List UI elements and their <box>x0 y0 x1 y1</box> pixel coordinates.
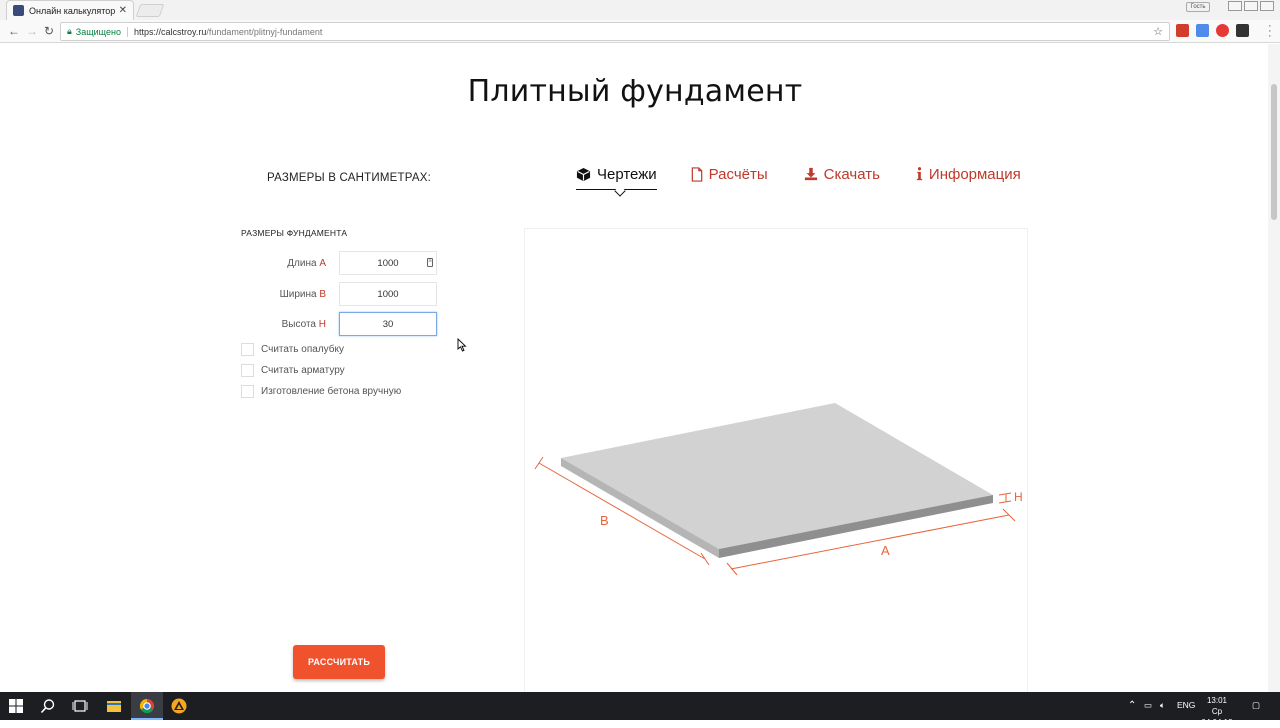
slab-drawing: B A H <box>524 228 1028 698</box>
dimension-label-h: H <box>1014 490 1023 504</box>
language-indicator[interactable]: ENG <box>1177 700 1195 710</box>
url-input[interactable]: 🔒︎ Защищено https://calcstroy.ru/fundame… <box>60 22 1170 41</box>
browser-menu-icon[interactable]: · · · <box>1268 21 1272 42</box>
rebar-checkbox-label: Считать арматуру <box>261 365 345 376</box>
windows-taskbar: ⌃ ▭ 🔈︎ ENG 13:01 Ср 04.04.18 ▢ <box>0 692 1280 727</box>
autofill-key-icon[interactable]: ≡ <box>427 258 433 267</box>
tab-drawings-label: Чертежи <box>597 166 657 183</box>
task-view-icon[interactable] <box>72 698 88 714</box>
app-triangle-icon[interactable] <box>171 698 187 714</box>
formwork-checkbox-label: Считать опалубку <box>261 344 344 355</box>
height-input[interactable] <box>339 312 437 336</box>
file-explorer-icon[interactable] <box>106 698 122 714</box>
slab-drawing-svg: B A H <box>534 403 1023 576</box>
width-label: Ширина B <box>240 289 326 300</box>
height-row: Высота H <box>240 312 437 336</box>
profile-button[interactable]: Гость <box>1186 2 1210 12</box>
tab-information[interactable]: Информация <box>916 164 1021 184</box>
tab-download[interactable]: Скачать <box>804 164 880 184</box>
adblock-icon[interactable] <box>1216 24 1229 37</box>
tab-calculations[interactable]: Расчёты <box>691 164 768 184</box>
back-icon[interactable]: ← <box>8 24 20 38</box>
width-letter: B <box>319 288 326 300</box>
clock-time: 13:01 <box>1206 696 1228 705</box>
document-icon <box>691 166 702 182</box>
length-row: Длина A ≡ <box>240 251 437 275</box>
tab-close-icon[interactable]: ✕ <box>119 5 127 16</box>
formwork-checkbox-row[interactable]: Считать опалубку <box>241 343 344 356</box>
tab-title: Онлайн калькулятор фу <box>29 5 115 16</box>
maximize-button[interactable] <box>1244 1 1258 11</box>
minimize-button[interactable] <box>1228 1 1242 11</box>
clock[interactable]: 13:01 Ср 04.04.18 <box>1197 695 1237 728</box>
extension-badge-icon[interactable] <box>1236 24 1249 37</box>
lock-icon: 🔒︎ <box>67 26 72 36</box>
new-tab-button[interactable] <box>135 4 165 17</box>
browser-tab[interactable]: Онлайн калькулятор фу ✕ <box>6 0 134 20</box>
height-label: Высота H <box>240 319 326 330</box>
notifications-icon[interactable]: ▢ <box>1252 700 1260 711</box>
window-controls <box>1228 1 1274 11</box>
bookmark-star-icon[interactable]: ☆ <box>1153 25 1163 38</box>
secure-label: Защищено <box>76 26 128 37</box>
tab-drawings[interactable]: Чертежи <box>576 164 657 190</box>
sizes-label: РАЗМЕРЫ В САНТИМЕТРАХ: <box>267 172 431 184</box>
slab-top-face <box>561 403 993 549</box>
extension-icon[interactable] <box>1176 24 1189 37</box>
url-text: https://calcstroy.ru/fundament/plitnyj-f… <box>134 27 322 37</box>
view-tabs: Чертежи Расчёты Скачать Информация <box>576 164 1057 190</box>
tab-information-label: Информация <box>928 165 1021 183</box>
page-content: Плитный фундамент РАЗМЕРЫ В САНТИМЕТРАХ:… <box>0 44 1280 698</box>
info-icon <box>916 167 923 181</box>
download-icon <box>804 167 817 181</box>
height-label-text: Высота <box>281 318 316 330</box>
network-icon[interactable]: ▭ <box>1144 700 1152 711</box>
rebar-checkbox[interactable] <box>241 364 254 377</box>
calculate-button[interactable]: РАССЧИТАТЬ <box>293 645 385 679</box>
reload-icon[interactable]: ↻ <box>44 24 54 38</box>
site-favicon-icon <box>13 5 24 16</box>
url-path: /fundament/plitnyj-fundament <box>206 26 323 37</box>
tab-download-label: Скачать <box>823 165 880 183</box>
translate-icon[interactable] <box>1196 24 1209 37</box>
tab-calculations-label: Расчёты <box>708 165 768 183</box>
address-bar: ← → ↻ 🔒︎ Защищено https://calcstroy.ru/f… <box>0 20 1280 43</box>
manual-concrete-checkbox-row[interactable]: Изготовление бетона вручную <box>241 385 401 398</box>
width-input[interactable] <box>339 282 437 306</box>
length-input[interactable] <box>339 251 437 275</box>
dimension-label-a: A <box>881 543 890 558</box>
url-host: https://calcstroy.ru <box>133 26 207 37</box>
scrollbar[interactable] <box>1268 44 1280 692</box>
rebar-checkbox-row[interactable]: Считать арматуру <box>241 364 345 377</box>
manual-concrete-checkbox-label: Изготовление бетона вручную <box>261 386 402 397</box>
clock-date: Ср 04.04.18 <box>1201 707 1233 727</box>
volume-icon[interactable]: 🔈︎ <box>1160 700 1165 711</box>
page-title: Плитный фундамент <box>467 74 803 109</box>
width-row: Ширина B <box>240 282 437 306</box>
formwork-checkbox[interactable] <box>241 343 254 356</box>
window-close-button[interactable] <box>1260 1 1274 11</box>
width-label-text: Ширина <box>279 288 317 300</box>
cube-icon <box>576 167 591 182</box>
windows-start-icon[interactable] <box>8 698 24 714</box>
tray-expand-icon[interactable]: ⌃ <box>1128 700 1136 711</box>
extensions <box>1176 24 1249 37</box>
length-label: Длина A <box>240 258 326 269</box>
scrollbar-thumb[interactable] <box>1271 84 1277 220</box>
length-input-wrap: ≡ <box>339 251 437 275</box>
dimension-label-b: B <box>600 513 609 528</box>
form-section-title: РАЗМЕРЫ ФУНДАМЕНТА <box>241 228 348 238</box>
browser-tabstrip: Онлайн калькулятор фу ✕ Гость <box>0 0 1280 20</box>
length-label-text: Длина <box>287 257 317 269</box>
forward-icon[interactable]: → <box>26 24 38 38</box>
mouse-cursor-icon <box>457 338 467 352</box>
length-letter: A <box>319 257 326 269</box>
search-icon[interactable] <box>40 698 56 714</box>
chrome-icon[interactable] <box>139 698 155 714</box>
manual-concrete-checkbox[interactable] <box>241 385 254 398</box>
height-letter: H <box>318 318 326 330</box>
